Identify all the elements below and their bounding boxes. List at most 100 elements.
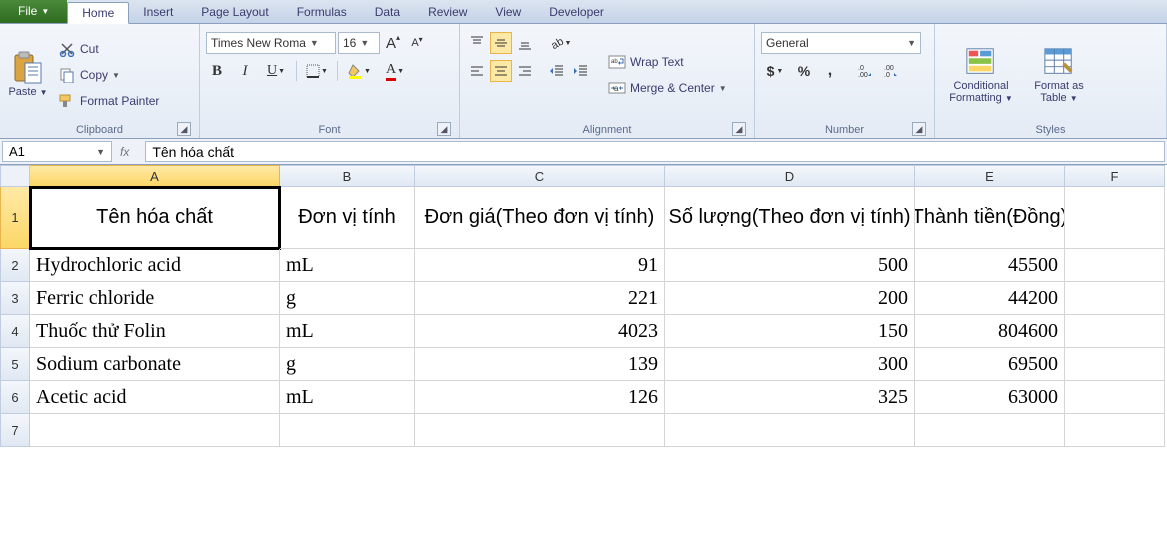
tab-file[interactable]: File ▼	[0, 0, 67, 23]
row-header-1[interactable]: 1	[0, 187, 30, 249]
align-top-button[interactable]	[466, 32, 488, 54]
increase-indent-button[interactable]	[570, 60, 592, 82]
cell-C2[interactable]: 91	[415, 249, 665, 282]
cell-D3[interactable]: 200	[665, 282, 915, 315]
cell-A6[interactable]: Acetic acid	[30, 381, 280, 414]
formula-input[interactable]: Tên hóa chất	[145, 141, 1165, 162]
fx-icon[interactable]: fx	[120, 145, 129, 159]
cell-F1[interactable]	[1065, 187, 1165, 249]
decrease-indent-button[interactable]	[546, 60, 568, 82]
format-as-table-button[interactable]: Format as Table ▼	[1025, 28, 1093, 122]
row-header-6[interactable]: 6	[0, 381, 30, 414]
tab-insert[interactable]: Insert	[129, 1, 187, 23]
border-button[interactable]: ▼	[303, 60, 331, 82]
percent-format-button[interactable]: %	[793, 60, 815, 82]
cell-B6[interactable]: mL	[280, 381, 415, 414]
row-header-2[interactable]: 2	[0, 249, 30, 282]
font-size-combo[interactable]: 16▼	[338, 32, 380, 54]
cell-E3[interactable]: 44200	[915, 282, 1065, 315]
cells-area[interactable]: Tên hóa chấtĐơn vị tínhĐơn giá(Theo đơn …	[30, 187, 1165, 558]
font-name-combo[interactable]: Times New Roma▼	[206, 32, 336, 54]
column-header-F[interactable]: F	[1065, 165, 1165, 187]
cell-A5[interactable]: Sodium carbonate	[30, 348, 280, 381]
comma-format-button[interactable]: ,	[819, 60, 841, 82]
font-dialog-launcher[interactable]: ◢	[437, 122, 451, 136]
cell-B3[interactable]: g	[280, 282, 415, 315]
cell-C3[interactable]: 221	[415, 282, 665, 315]
cell-C7[interactable]	[415, 414, 665, 447]
align-center-button[interactable]	[490, 60, 512, 82]
cell-B4[interactable]: mL	[280, 315, 415, 348]
number-dialog-launcher[interactable]: ◢	[912, 122, 926, 136]
tab-page-layout[interactable]: Page Layout	[187, 1, 282, 23]
cell-D2[interactable]: 500	[665, 249, 915, 282]
column-header-A[interactable]: A	[30, 165, 280, 187]
name-box[interactable]: A1 ▼	[2, 141, 112, 162]
cell-D6[interactable]: 325	[665, 381, 915, 414]
tab-home[interactable]: Home	[67, 2, 129, 24]
cell-E2[interactable]: 45500	[915, 249, 1065, 282]
number-format-combo[interactable]: General▼	[761, 32, 921, 54]
merge-center-button[interactable]: a Merge & Center ▼	[604, 78, 731, 98]
paste-button[interactable]: Paste ▼	[6, 28, 50, 122]
tab-formulas[interactable]: Formulas	[283, 1, 361, 23]
align-left-button[interactable]	[466, 60, 488, 82]
alignment-dialog-launcher[interactable]: ◢	[732, 122, 746, 136]
column-header-E[interactable]: E	[915, 165, 1065, 187]
copy-button[interactable]: Copy ▼	[54, 65, 163, 85]
row-header-7[interactable]: 7	[0, 414, 30, 447]
accounting-format-button[interactable]: $▼	[761, 60, 789, 82]
cell-A1[interactable]: Tên hóa chất	[30, 187, 280, 249]
cell-A4[interactable]: Thuốc thử Folin	[30, 315, 280, 348]
cell-E7[interactable]	[915, 414, 1065, 447]
decrease-decimal-button[interactable]: .00.0	[881, 60, 903, 82]
increase-font-button[interactable]: A▴	[382, 32, 404, 54]
cell-D5[interactable]: 300	[665, 348, 915, 381]
tab-developer[interactable]: Developer	[535, 1, 618, 23]
column-header-C[interactable]: C	[415, 165, 665, 187]
align-bottom-button[interactable]	[514, 32, 536, 54]
cell-B2[interactable]: mL	[280, 249, 415, 282]
cell-A2[interactable]: Hydrochloric acid	[30, 249, 280, 282]
bold-button[interactable]: B	[206, 60, 228, 82]
italic-button[interactable]: I	[234, 60, 256, 82]
font-color-button[interactable]: A▼	[380, 60, 410, 82]
cell-F2[interactable]	[1065, 249, 1165, 282]
cell-C5[interactable]: 139	[415, 348, 665, 381]
column-header-D[interactable]: D	[665, 165, 915, 187]
cell-C6[interactable]: 126	[415, 381, 665, 414]
cell-F7[interactable]	[1065, 414, 1165, 447]
format-painter-button[interactable]: Format Painter	[54, 91, 163, 111]
increase-decimal-button[interactable]: .0.00	[855, 60, 877, 82]
decrease-font-button[interactable]: A▾	[406, 32, 428, 54]
cell-F3[interactable]	[1065, 282, 1165, 315]
cell-F6[interactable]	[1065, 381, 1165, 414]
cut-button[interactable]: Cut	[54, 39, 163, 59]
cell-E5[interactable]: 69500	[915, 348, 1065, 381]
cell-D7[interactable]	[665, 414, 915, 447]
cell-B7[interactable]	[280, 414, 415, 447]
cell-B5[interactable]: g	[280, 348, 415, 381]
cell-E1[interactable]: Thành tiền(Đồng)	[915, 187, 1065, 249]
align-right-button[interactable]	[514, 60, 536, 82]
tab-view[interactable]: View	[481, 1, 535, 23]
cell-A7[interactable]	[30, 414, 280, 447]
cell-A3[interactable]: Ferric chloride	[30, 282, 280, 315]
row-header-5[interactable]: 5	[0, 348, 30, 381]
cell-E6[interactable]: 63000	[915, 381, 1065, 414]
row-header-4[interactable]: 4	[0, 315, 30, 348]
column-header-B[interactable]: B	[280, 165, 415, 187]
cell-E4[interactable]: 804600	[915, 315, 1065, 348]
tab-review[interactable]: Review	[414, 1, 481, 23]
tab-data[interactable]: Data	[361, 1, 414, 23]
conditional-formatting-button[interactable]: Conditional Formatting ▼	[941, 28, 1021, 122]
cell-F5[interactable]	[1065, 348, 1165, 381]
cell-B1[interactable]: Đơn vị tính	[280, 187, 415, 249]
underline-button[interactable]: U▼	[262, 60, 290, 82]
cell-D4[interactable]: 150	[665, 315, 915, 348]
clipboard-dialog-launcher[interactable]: ◢	[177, 122, 191, 136]
select-all-corner[interactable]	[0, 165, 30, 187]
row-header-3[interactable]: 3	[0, 282, 30, 315]
cell-D1[interactable]: Số lượng(Theo đơn vị tính)	[665, 187, 915, 249]
orientation-button[interactable]: ab▼	[546, 32, 574, 54]
